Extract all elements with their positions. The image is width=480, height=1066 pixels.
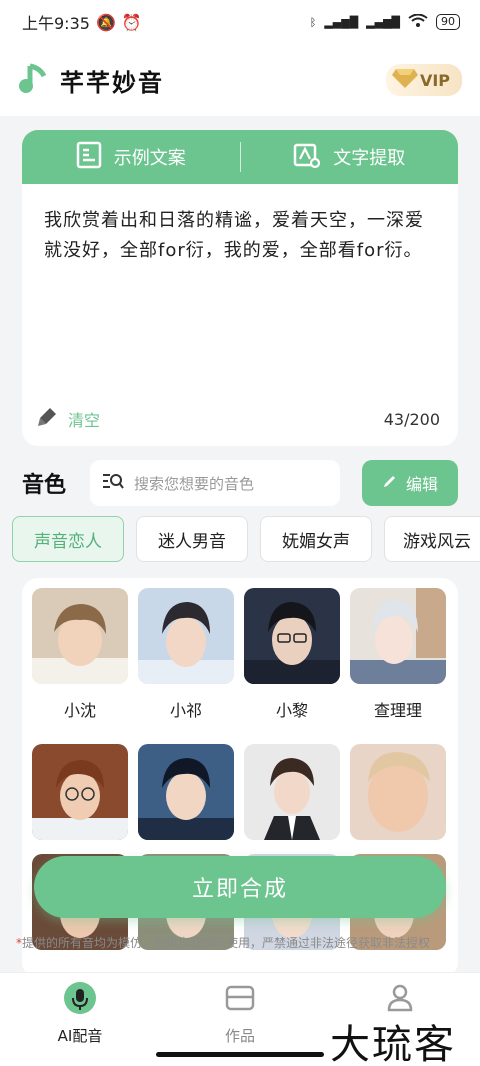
- example-copy-label: 示例文案: [113, 148, 186, 169]
- watermark-text: 大琉客: [330, 1022, 456, 1066]
- voice-card[interactable]: [244, 744, 340, 840]
- nav-ai-dubbing[interactable]: AI配音: [20, 981, 140, 1066]
- signal-icon: ▂▄▆█: [324, 15, 359, 29]
- search-placeholder: 搜索您想要的音色: [134, 474, 255, 493]
- voice-card[interactable]: [32, 744, 128, 840]
- alarm-icon: ⏰: [121, 12, 142, 32]
- voice-name: 查理理: [373, 701, 422, 720]
- wifi-icon: [408, 13, 428, 31]
- vip-label: VIP: [419, 70, 450, 90]
- search-icon: [102, 472, 124, 494]
- editor-toolbar: 示例文案 文字提取: [22, 130, 458, 184]
- home-indicator[interactable]: [156, 1052, 324, 1057]
- voice-category-tabs: 声音恋人 迷人男音 妩媚女声 游戏风云: [12, 516, 480, 562]
- voice-name: 小黎: [275, 701, 308, 720]
- status-time: 上午9:35: [22, 14, 90, 33]
- voice-section-title: 音色: [22, 473, 67, 498]
- edit-label: 编辑: [405, 475, 438, 494]
- avatar: [350, 588, 446, 684]
- disclaimer-text: *提供的所有音均为模仿，仅供自我娱乐使用，严禁通过非法途径获取非法授权: [16, 934, 476, 951]
- music-note-icon: [18, 62, 48, 98]
- clear-label: 清空: [68, 411, 101, 430]
- voice-toolbar: 音色 搜索您想要的音色 编辑: [0, 458, 480, 508]
- avatar: [350, 744, 446, 840]
- broom-icon: [36, 406, 58, 432]
- voice-card[interactable]: 查理理: [350, 588, 446, 734]
- script-text-area[interactable]: 我欣赏着出和日落的精谧，爱着天空，一深爱就没好，全部for衍，我的爱，全部看fo…: [22, 184, 458, 266]
- voice-card[interactable]: [138, 744, 234, 840]
- avatar: [32, 588, 128, 684]
- folder-icon: [223, 981, 257, 1019]
- status-bar: 上午9:35 🔕 ⏰ ᛒ ▂▄▆█ ▂▄▆█ 90: [0, 0, 480, 44]
- voice-search-input[interactable]: 搜索您想要的音色: [90, 460, 340, 506]
- text-extract-button[interactable]: 文字提取: [241, 141, 459, 174]
- vip-badge[interactable]: VIP: [385, 64, 462, 96]
- voice-card[interactable]: 小祁: [138, 588, 234, 734]
- voice-name: 小沈: [63, 701, 96, 720]
- mute-icon: 🔕: [95, 12, 116, 32]
- voice-card[interactable]: 小沈: [32, 588, 128, 734]
- nav-works-label: 作品: [224, 1027, 255, 1045]
- example-copy-button[interactable]: 示例文案: [22, 141, 240, 174]
- edit-button[interactable]: 编辑: [362, 460, 458, 506]
- synthesize-button[interactable]: 立即合成: [34, 856, 446, 918]
- tab-charming-male[interactable]: 迷人男音: [136, 516, 248, 562]
- avatar: [138, 744, 234, 840]
- signal-icon-2: ▂▄▆█: [366, 15, 400, 29]
- battery-indicator: 90: [436, 14, 460, 30]
- avatar: [32, 744, 128, 840]
- voice-name: 小祁: [169, 701, 202, 720]
- tab-charming-female[interactable]: 妩媚女声: [260, 516, 372, 562]
- document-icon: [76, 141, 102, 174]
- char-counter: 43/200: [383, 409, 440, 429]
- microphone-icon: [63, 981, 97, 1019]
- tab-voice-lover[interactable]: 声音恋人: [12, 516, 124, 562]
- voice-card[interactable]: [350, 744, 446, 840]
- pencil-icon: [382, 473, 398, 493]
- avatar: [244, 588, 340, 684]
- text-extract-label: 文字提取: [333, 148, 406, 169]
- tab-game-style[interactable]: 游戏风云: [384, 516, 480, 562]
- bluetooth-icon: ᛒ: [309, 15, 317, 29]
- text-extract-icon: [293, 141, 321, 174]
- app-title: 芊芊妙音: [60, 68, 164, 97]
- voice-card[interactable]: 小黎: [244, 588, 340, 734]
- disclaimer-content: 提供的所有音均为模仿，仅供自我娱乐使用，严禁通过非法途径获取非法授权: [22, 936, 431, 950]
- app-header: 芊芊妙音 VIP: [0, 44, 480, 116]
- voice-grid-card: 小沈 小祁 小黎 查理理: [22, 578, 458, 978]
- diamond-icon: [391, 67, 418, 93]
- nav-ai-label: AI配音: [57, 1027, 103, 1045]
- text-editor-card: 示例文案 文字提取 我欣赏着出和日落的精谧，爱着天空，一深爱就没好，全部for衍…: [22, 130, 458, 446]
- avatar: [244, 744, 340, 840]
- clear-button[interactable]: 清空: [36, 406, 100, 432]
- avatar: [138, 588, 234, 684]
